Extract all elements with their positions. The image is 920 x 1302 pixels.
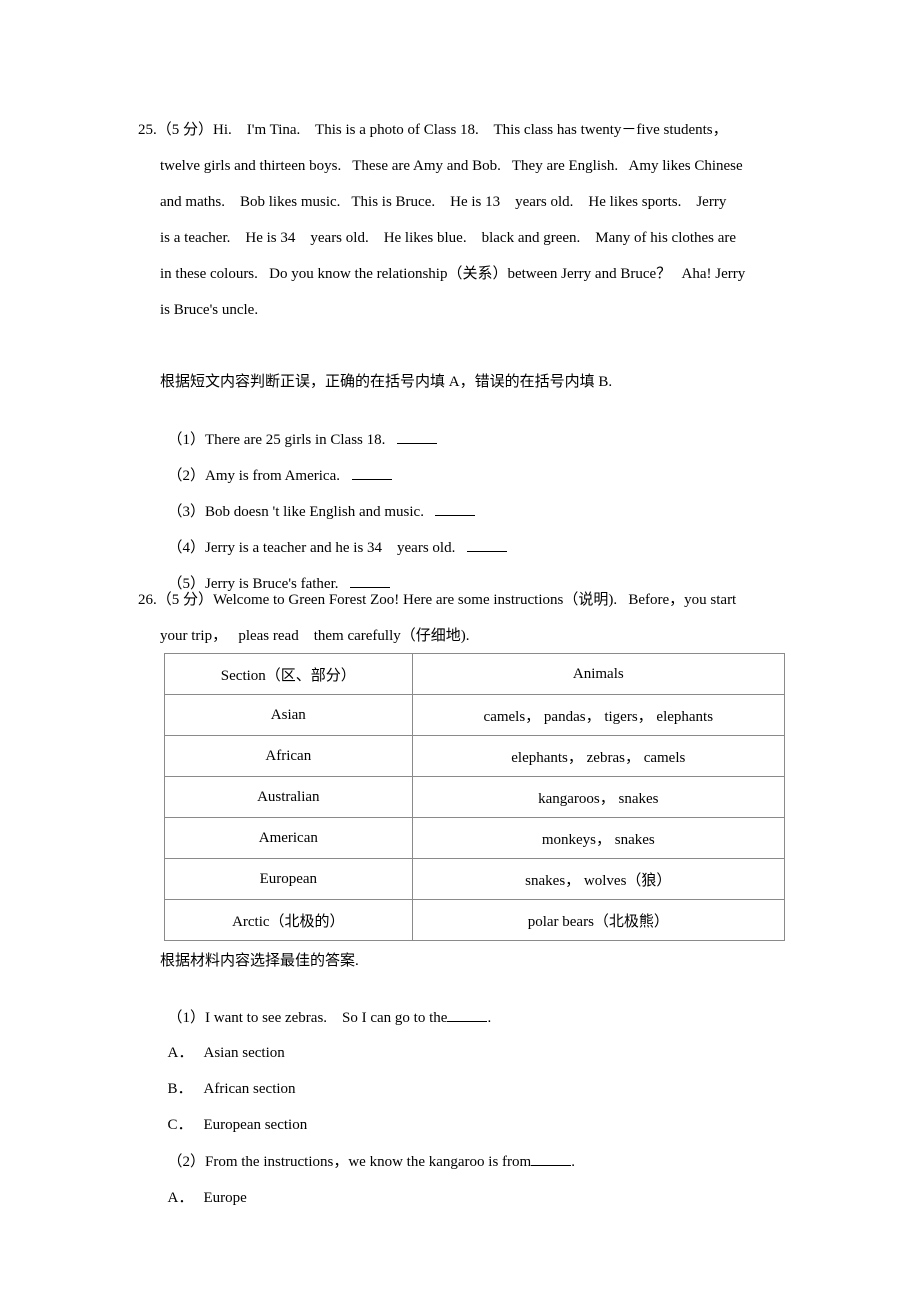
q25-passage-line-5: in these colours. Do you know the relati… — [160, 266, 746, 282]
answer-blank[interactable] — [351, 465, 392, 480]
table-row: Australian kangaroos， snakes — [164, 776, 786, 818]
q26-q1-option-c[interactable]: C． European section — [160, 1095, 308, 1135]
question-end: . — [571, 1154, 575, 1170]
q25-passage-line-1: 25.（5 分）Hi. I'm Tina. This is a photo of… — [138, 122, 728, 138]
q25-passage-line-4: is a teacher. He is 34 years old. He lik… — [160, 230, 737, 246]
q25-question-5: （5）Jerry is Bruce's father. — [160, 553, 391, 594]
q26-intro-line-1: 26.（5 分）Welcome to Green Forest Zoo! Her… — [138, 592, 737, 608]
cell-animals: kangaroos， snakes — [411, 776, 786, 818]
q25-question-1: （1）There are 25 girls in Class 18. — [160, 409, 437, 450]
q25-passage-line-6: is Bruce's uncle. — [160, 302, 259, 318]
q25-passage-line-3: and maths. Bob likes music. This is Bruc… — [160, 194, 727, 210]
cell-animals: camels， pandas， tigers， elephants — [411, 694, 786, 736]
zoo-sections-table: Section（区、部分） Animals Asian camels， pand… — [164, 653, 786, 941]
q26-intro-line-2: your trip， pleas read them carefully（仔细地… — [160, 628, 470, 644]
table-row: Arctic（北极的） polar bears（北极熊） — [164, 899, 786, 941]
cell-animals: elephants， zebras， camels — [411, 735, 786, 777]
q25-question-3: （3）Bob doesn 't like English and music. — [160, 481, 476, 522]
cell-section: American — [164, 817, 413, 859]
header-animals: Animals — [411, 653, 786, 695]
table-row: African elephants， zebras， camels — [164, 735, 786, 777]
cell-animals: polar bears（北极熊） — [411, 899, 786, 941]
table-row: Asian camels， pandas， tigers， elephants — [164, 694, 786, 736]
cell-animals: monkeys， snakes — [411, 817, 786, 859]
table-row: American monkeys， snakes — [164, 817, 786, 859]
answer-blank[interactable] — [396, 429, 437, 444]
answer-blank[interactable] — [350, 573, 391, 588]
option-text: Europe — [203, 1190, 247, 1206]
q26-question-1: （1）I want to see zebras. So I can go to … — [160, 987, 492, 1028]
answer-blank[interactable] — [447, 1007, 488, 1022]
cell-animals: snakes， wolves（狼） — [411, 858, 786, 900]
cell-section: European — [164, 858, 413, 900]
q25-passage-line-2: twelve girls and thirteen boys. These ar… — [160, 158, 743, 174]
answer-blank[interactable] — [466, 537, 507, 552]
cell-section: African — [164, 735, 413, 777]
answer-blank[interactable] — [531, 1151, 572, 1166]
option-letter: A． — [167, 1190, 194, 1206]
q26-question-2: （2）From the instructions，we know the kan… — [160, 1131, 575, 1172]
header-section: Section（区、部分） — [164, 653, 413, 695]
table-row: European snakes， wolves（狼） — [164, 858, 786, 900]
q25-question-2: （2）Amy is from America. — [160, 445, 392, 486]
q26-q1-option-a[interactable]: A． Asian section — [160, 1023, 285, 1063]
cell-section: Asian — [164, 694, 413, 736]
q26-q2-option-a[interactable]: A． Europe — [160, 1168, 247, 1208]
q26-instruction: 根据材料内容选择最佳的答案. — [160, 953, 359, 969]
answer-blank[interactable] — [435, 501, 476, 516]
cell-section: Arctic（北极的） — [164, 899, 413, 941]
q25-instruction: 根据短文内容判断正误，正确的在括号内填 A，错误的在括号内填 B. — [160, 374, 613, 390]
cell-section: Australian — [164, 776, 413, 818]
question-end: . — [487, 1010, 492, 1026]
q25-question-4: （4）Jerry is a teacher and he is 34 years… — [160, 517, 507, 558]
table-header-row: Section（区、部分） Animals — [164, 653, 786, 695]
q26-q1-option-b[interactable]: B． African section — [160, 1059, 296, 1099]
